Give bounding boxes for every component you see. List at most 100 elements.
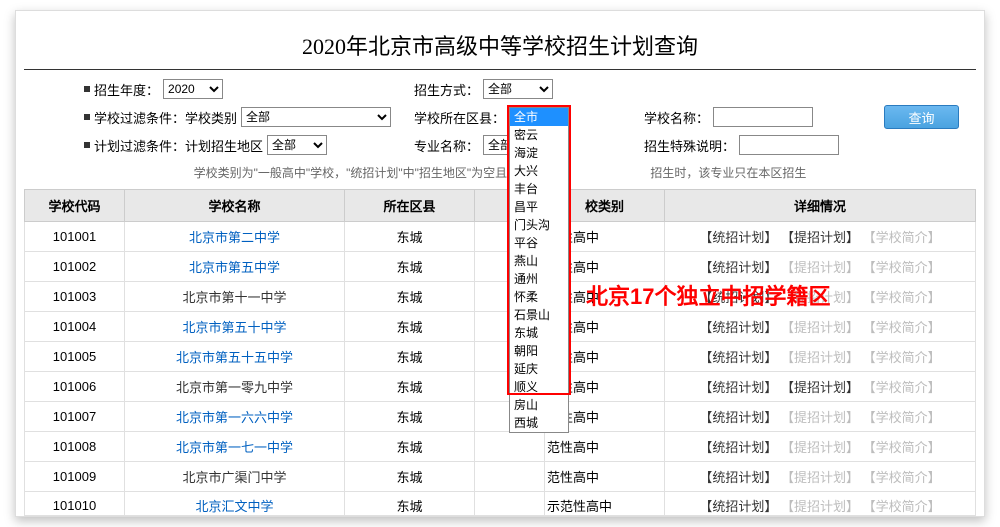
district-option[interactable]: 大兴 bbox=[510, 162, 568, 180]
cell-district: 东城 bbox=[345, 432, 475, 462]
detail-link[interactable]: 【统招计划】 bbox=[699, 440, 777, 455]
school-name-link[interactable]: 北京市第五十中学 bbox=[182, 320, 286, 335]
school-name-link[interactable]: 北京市第一七一中学 bbox=[176, 440, 293, 455]
detail-link: 【提招计划】 bbox=[781, 260, 859, 275]
school-type-label: 学校类别 bbox=[185, 108, 237, 127]
district-option[interactable]: 东城 bbox=[510, 324, 568, 342]
school-name-link: 北京市广渠门中学 bbox=[182, 470, 286, 485]
cell-code: 101009 bbox=[25, 462, 125, 492]
detail-link: 【提招计划】 bbox=[781, 350, 859, 365]
cell-name: 北京市第十一中学 bbox=[125, 282, 345, 312]
detail-link[interactable]: 【统招计划】 bbox=[699, 380, 777, 395]
detail-link[interactable]: 【统招计划】 bbox=[699, 230, 777, 245]
district-option[interactable]: 燕山 bbox=[510, 252, 568, 270]
filter-row-school: 学校过滤条件： 学校类别 全部 学校所在区县： 全市 ▼ 全市密云海淀大兴丰台昌… bbox=[24, 102, 976, 132]
district-option[interactable]: 门头沟 bbox=[510, 216, 568, 234]
cell-type: 范性高中 bbox=[545, 462, 665, 492]
query-button[interactable]: 查询 bbox=[884, 105, 959, 129]
year-select[interactable]: 2020 bbox=[163, 79, 223, 99]
cell-code: 101007 bbox=[25, 402, 125, 432]
cell-district: 东城 bbox=[345, 372, 475, 402]
cell-code: 101006 bbox=[25, 372, 125, 402]
detail-link: 【学校简介】 bbox=[863, 320, 941, 335]
cell-detail: 【统招计划】 【提招计划】 【学校简介】 bbox=[665, 252, 976, 282]
year-label: 招生年度： bbox=[94, 80, 159, 99]
school-name-link[interactable]: 北京汇文中学 bbox=[195, 499, 273, 514]
cell-name: 北京市第一六六中学 bbox=[125, 402, 345, 432]
detail-link[interactable]: 【统招计划】 bbox=[699, 290, 777, 305]
district-option[interactable]: 通州 bbox=[510, 270, 568, 288]
special-input[interactable] bbox=[739, 135, 839, 155]
col-district: 所在区县 bbox=[345, 190, 475, 222]
cell-blank bbox=[475, 462, 545, 492]
school-name-link[interactable]: 北京市第五中学 bbox=[189, 260, 280, 275]
district-option[interactable]: 怀柔 bbox=[510, 288, 568, 306]
cell-district: 东城 bbox=[345, 312, 475, 342]
school-name-input[interactable] bbox=[713, 107, 813, 127]
school-name-link: 北京市第十一中学 bbox=[182, 290, 286, 305]
cell-detail: 【统招计划】 【提招计划】 【学校简介】 bbox=[665, 372, 976, 402]
district-option[interactable]: 朝阳 bbox=[510, 342, 568, 360]
detail-link: 【提招计划】 bbox=[781, 290, 859, 305]
district-option[interactable]: 昌平 bbox=[510, 198, 568, 216]
detail-link: 【学校简介】 bbox=[863, 350, 941, 365]
school-name-link: 北京市第一零九中学 bbox=[176, 380, 293, 395]
school-name-link[interactable]: 北京市第五十五中学 bbox=[176, 350, 293, 365]
school-name-link[interactable]: 北京市第二中学 bbox=[189, 230, 280, 245]
district-option[interactable]: 全市 bbox=[510, 108, 568, 126]
cell-detail: 【统招计划】 【提招计划】 【学校简介】 bbox=[665, 282, 976, 312]
district-dropdown[interactable]: 全市密云海淀大兴丰台昌平门头沟平谷燕山通州怀柔石景山东城朝阳延庆顺义房山西城 bbox=[509, 107, 569, 433]
cell-code: 101003 bbox=[25, 282, 125, 312]
table-row: 101005北京市第五十五中学东城范性高中【统招计划】 【提招计划】 【学校简介… bbox=[25, 342, 976, 372]
table-row: 101002北京市第五中学东城范性高中【统招计划】 【提招计划】 【学校简介】 bbox=[25, 252, 976, 282]
district-option[interactable]: 密云 bbox=[510, 126, 568, 144]
detail-link: 【学校简介】 bbox=[863, 499, 941, 514]
cell-detail: 【统招计划】 【提招计划】 【学校简介】 bbox=[665, 312, 976, 342]
district-option[interactable]: 房山 bbox=[510, 396, 568, 414]
detail-link[interactable]: 【提招计划】 bbox=[781, 230, 859, 245]
district-option[interactable]: 西城 bbox=[510, 414, 568, 432]
district-option[interactable]: 平谷 bbox=[510, 234, 568, 252]
plan-area-label: 计划招生地区 bbox=[185, 136, 263, 155]
district-option[interactable]: 石景山 bbox=[510, 306, 568, 324]
cell-district: 东城 bbox=[345, 222, 475, 252]
detail-link[interactable]: 【统招计划】 bbox=[699, 350, 777, 365]
cell-district: 东城 bbox=[345, 252, 475, 282]
detail-link: 【学校简介】 bbox=[863, 230, 941, 245]
district-option[interactable]: 海淀 bbox=[510, 144, 568, 162]
col-name: 学校名称 bbox=[125, 190, 345, 222]
detail-link[interactable]: 【提招计划】 bbox=[781, 380, 859, 395]
col-code: 学校代码 bbox=[25, 190, 125, 222]
detail-link: 【提招计划】 bbox=[781, 440, 859, 455]
table-row: 101004北京市第五十中学东城范性高中【统招计划】 【提招计划】 【学校简介】 bbox=[25, 312, 976, 342]
major-label: 专业名称： bbox=[414, 136, 479, 155]
detail-link[interactable]: 【统招计划】 bbox=[699, 410, 777, 425]
district-option[interactable]: 丰台 bbox=[510, 180, 568, 198]
mode-select[interactable]: 全部 bbox=[483, 79, 553, 99]
cell-name: 北京市第五十五中学 bbox=[125, 342, 345, 372]
detail-link[interactable]: 【统招计划】 bbox=[699, 320, 777, 335]
detail-link: 【学校简介】 bbox=[863, 290, 941, 305]
cell-code: 101004 bbox=[25, 312, 125, 342]
district-option[interactable]: 延庆 bbox=[510, 360, 568, 378]
school-name-link[interactable]: 北京市第一六六中学 bbox=[176, 410, 293, 425]
detail-link[interactable]: 【统招计划】 bbox=[699, 470, 777, 485]
cell-detail: 【统招计划】 【提招计划】 【学校简介】 bbox=[665, 432, 976, 462]
filter-row-year: 招生年度： 2020 招生方式： 全部 bbox=[24, 76, 976, 102]
cell-detail: 【统招计划】 【提招计划】 【学校简介】 bbox=[665, 342, 976, 372]
table-row: 101008北京市第一七一中学东城范性高中【统招计划】 【提招计划】 【学校简介… bbox=[25, 432, 976, 462]
page-title: 2020年北京市高级中等学校招生计划查询 bbox=[24, 21, 976, 69]
table-row: 101007北京市第一六六中学东城范性高中【统招计划】 【提招计划】 【学校简介… bbox=[25, 402, 976, 432]
cell-detail: 【统招计划】 【提招计划】 【学校简介】 bbox=[665, 402, 976, 432]
plan-area-select[interactable]: 全部 bbox=[267, 135, 327, 155]
district-option[interactable]: 顺义 bbox=[510, 378, 568, 396]
detail-link[interactable]: 【统招计划】 bbox=[699, 260, 777, 275]
bullet-icon bbox=[84, 114, 90, 120]
detail-link: 【学校简介】 bbox=[863, 440, 941, 455]
detail-link: 【提招计划】 bbox=[781, 320, 859, 335]
cell-detail: 【统招计划】 【提招计划】 【学校简介】 bbox=[665, 462, 976, 492]
detail-link[interactable]: 【统招计划】 bbox=[699, 499, 777, 514]
cell-type: 示范性高中 bbox=[545, 492, 665, 516]
school-type-select[interactable]: 全部 bbox=[241, 107, 391, 127]
cell-name: 北京市第二中学 bbox=[125, 222, 345, 252]
